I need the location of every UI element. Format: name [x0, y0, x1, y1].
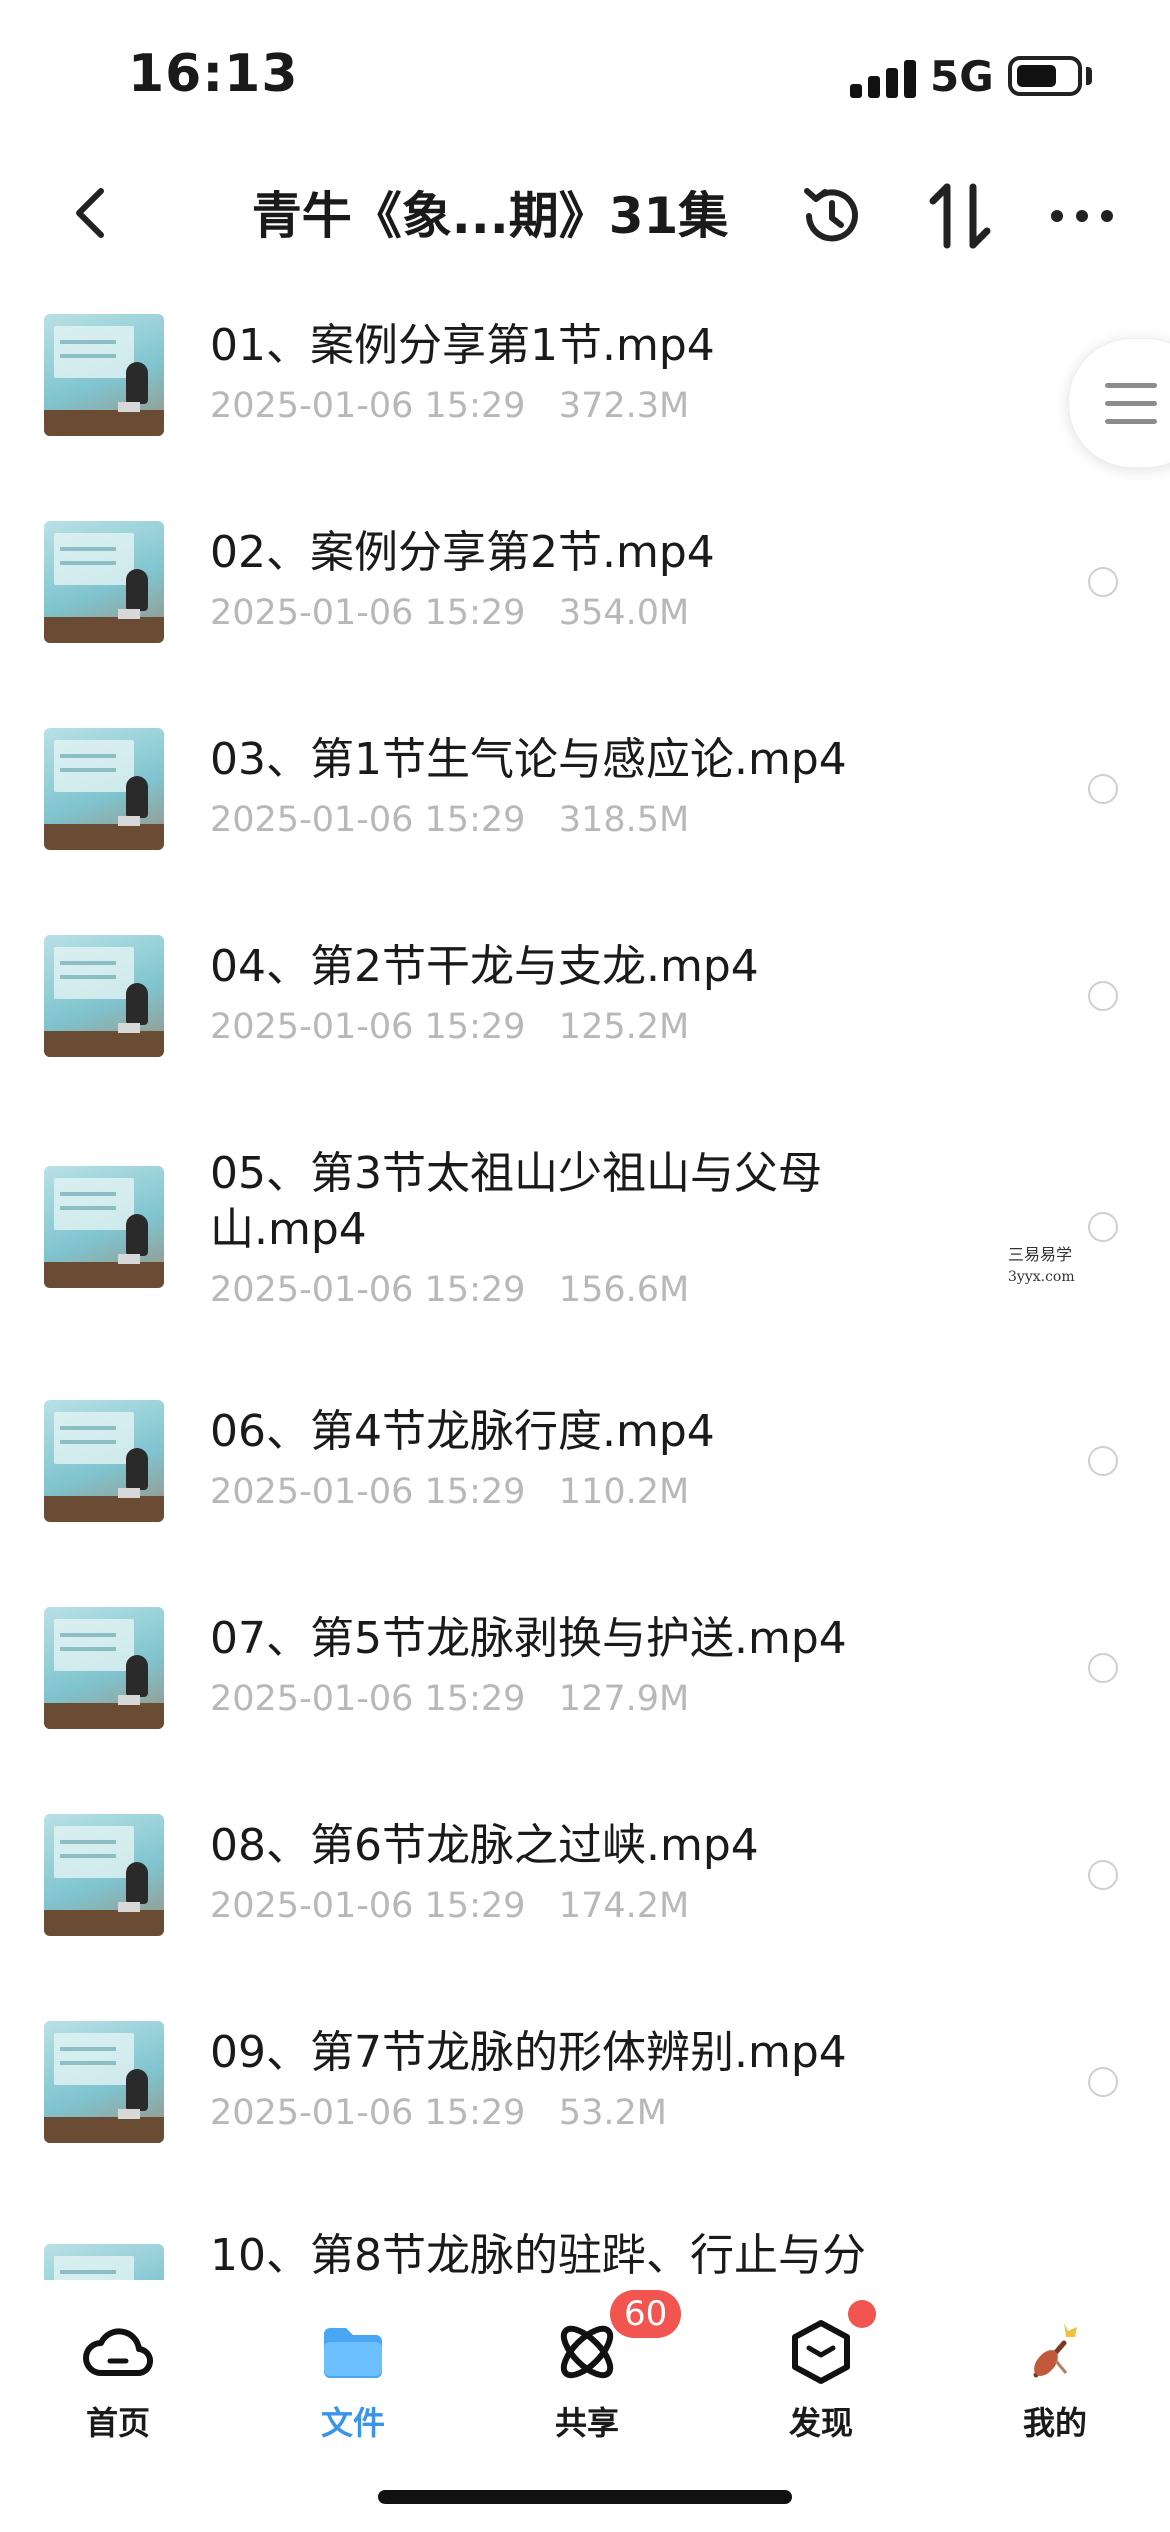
video-thumbnail: [44, 521, 164, 643]
file-meta: 2025-01-06 15:29 174.2M: [210, 1886, 690, 1926]
tab-me[interactable]: 我的: [955, 2294, 1155, 2454]
file-meta: 2025-01-06 15:29 110.2M: [210, 1472, 690, 1512]
network-label: 5G: [930, 52, 994, 101]
tab-label: 发现: [788, 2404, 853, 2442]
video-thumbnail: [44, 2244, 164, 2280]
video-thumbnail: [44, 1814, 164, 1936]
video-thumbnail: [44, 314, 164, 436]
status-time: 16:13: [128, 44, 299, 104]
file-meta: 2025-01-06 15:29 372.3M: [210, 386, 690, 426]
select-radio[interactable]: [1088, 1212, 1118, 1242]
tab-label: 首页: [85, 2404, 150, 2442]
file-name: 09、第7节龙脉的形体辨别.mp4: [210, 2027, 847, 2078]
avatar-icon: [1013, 2314, 1097, 2390]
file-meta: 2025-01-06 15:29 125.2M: [210, 1007, 690, 1047]
tab-label: 共享: [554, 2404, 619, 2442]
video-thumbnail: [44, 1400, 164, 1522]
file-meta: 2025-01-06 15:29 156.6M: [210, 1270, 690, 1310]
select-radio[interactable]: [1088, 981, 1118, 1011]
select-radio[interactable]: [1088, 567, 1118, 597]
file-name: 08、第6节龙脉之过峡.mp4: [210, 1820, 759, 1871]
file-meta: 2025-01-06 15:29 354.0M: [210, 593, 690, 633]
select-radio[interactable]: [1088, 774, 1118, 804]
video-thumbnail: [44, 728, 164, 850]
file-name: 10、第8节龙脉的驻跸、行止与分: [210, 2230, 866, 2280]
select-radio[interactable]: [1088, 1446, 1118, 1476]
file-list: 01、案例分享第1节.mp4 2025-01-06 15:29 372.3M 0…: [0, 300, 1170, 2280]
file-meta: 2025-01-06 15:29 318.5M: [210, 800, 690, 840]
tab-discover[interactable]: 发现: [721, 2294, 921, 2454]
page-title: 青牛《象...期》31集: [251, 187, 729, 245]
battery-icon: [1008, 56, 1082, 96]
file-name: 02、案例分享第2节.mp4: [210, 527, 715, 578]
file-meta: 2025-01-06 15:29 127.9M: [210, 1679, 690, 1719]
file-name: 01、案例分享第1节.mp4: [210, 320, 715, 371]
cloud-icon: [76, 2314, 160, 2390]
folder-icon: [311, 2314, 395, 2390]
video-thumbnail: [44, 1166, 164, 1288]
nav-bar: 青牛《象...期》31集: [0, 150, 1170, 280]
select-radio[interactable]: [1088, 1653, 1118, 1683]
file-name: 06、第4节龙脉行度.mp4: [210, 1406, 715, 1457]
notification-dot: [848, 2300, 876, 2328]
tab-label: 我的: [1022, 2404, 1087, 2442]
history-icon[interactable]: [790, 174, 874, 258]
back-arrow-icon[interactable]: [56, 178, 126, 248]
tab-label: 文件: [320, 2404, 385, 2442]
file-name: 05、第3节太祖山少祖山与父母山.mp4: [210, 1148, 822, 1255]
tab-files[interactable]: 文件: [253, 2294, 453, 2454]
file-name: 04、第2节干龙与支龙.mp4: [210, 941, 759, 992]
more-icon[interactable]: [1040, 174, 1124, 258]
sort-icon[interactable]: [918, 174, 1002, 258]
status-bar: 16:13 5G: [0, 0, 1170, 150]
file-name: 07、第5节龙脉剥换与护送.mp4: [210, 1613, 847, 1664]
notification-badge: 60: [610, 2290, 682, 2338]
watermark: 三易易学 3yyx.com: [1008, 1245, 1075, 1285]
file-meta: 2025-01-06 15:29 53.2M: [210, 2093, 667, 2133]
hexagon-icon: [779, 2314, 863, 2390]
video-thumbnail: [44, 935, 164, 1057]
home-indicator[interactable]: [378, 2490, 792, 2504]
video-thumbnail: [44, 2021, 164, 2143]
select-radio[interactable]: [1088, 2067, 1118, 2097]
video-thumbnail: [44, 1607, 164, 1729]
tab-home[interactable]: 首页: [18, 2294, 218, 2454]
file-name: 03、第1节生气论与感应论.mp4: [210, 734, 847, 785]
select-radio[interactable]: [1088, 1860, 1118, 1890]
signal-icon: [850, 58, 916, 98]
